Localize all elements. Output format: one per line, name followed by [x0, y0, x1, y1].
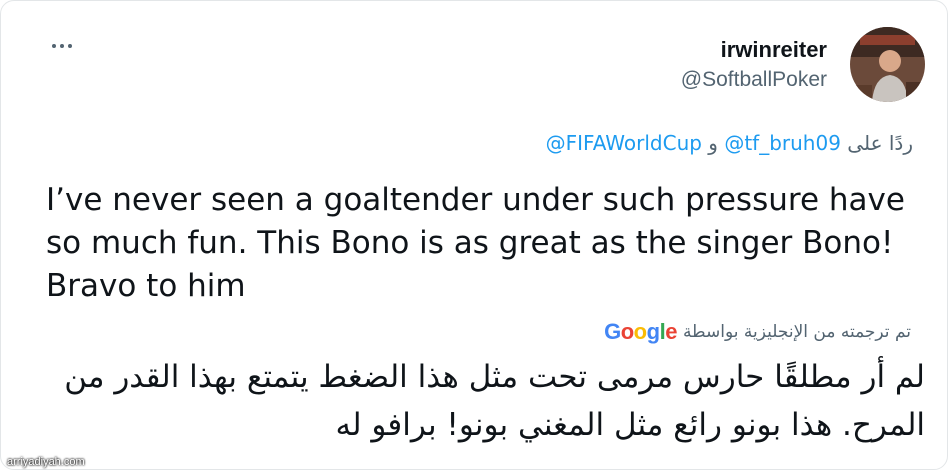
translated-by-label: تم ترجمته من الإنجليزية بواسطة	[682, 322, 911, 342]
tweet-text: I’ve never seen a goaltender under such …	[46, 182, 905, 304]
reply-context: ردًا على @tf_bruh09 و @FIFAWorldCup	[546, 131, 913, 155]
translated-by-google[interactable]: تم ترجمته من الإنجليزية بواسطة Google	[604, 319, 911, 345]
reply-prefix: ردًا على	[847, 131, 913, 155]
mention-link-tf-bruh09[interactable]: @tf_bruh09	[724, 131, 841, 155]
reply-conjunction: و	[708, 131, 718, 155]
more-options-icon[interactable]	[47, 31, 77, 61]
display-name[interactable]: irwinreiter	[721, 37, 827, 63]
translated-text: لم أر مطلقًا حارس مرمى تحت مثل هذا الضغط…	[64, 359, 925, 443]
user-handle[interactable]: @SoftballPoker	[681, 68, 827, 92]
watermark: arriyadiyah.com	[7, 456, 85, 468]
mention-link-fifaworldcup[interactable]: @FIFAWorldCup	[546, 131, 702, 155]
tweet-card[interactable]: irwinreiter @SoftballPoker ردًا على @tf_…	[0, 0, 948, 470]
avatar[interactable]	[850, 27, 925, 102]
google-logo: Google	[604, 319, 677, 344]
